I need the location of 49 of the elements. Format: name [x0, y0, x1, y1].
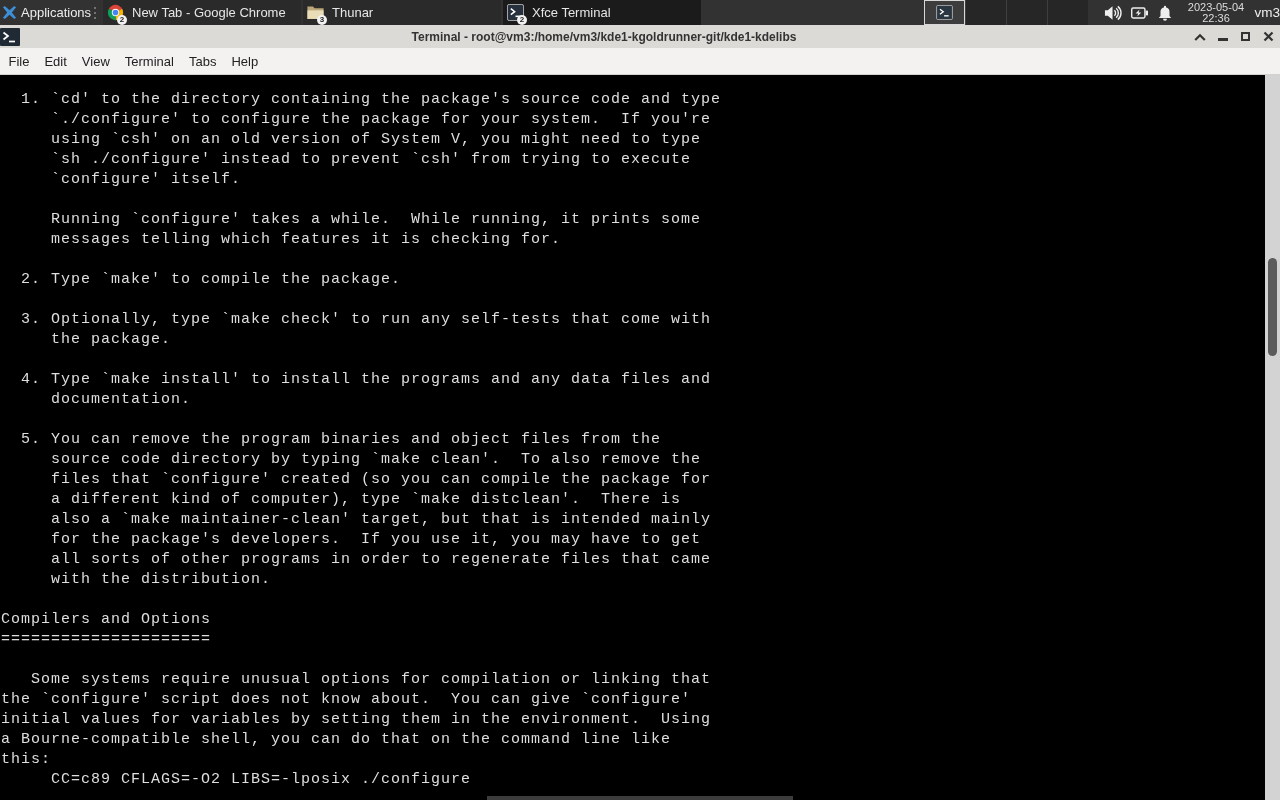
battery-icon[interactable] — [1131, 6, 1149, 19]
list-number: 5. — [21, 430, 42, 450]
grip-icon[interactable] — [93, 5, 97, 20]
speaker-icon[interactable] — [1104, 4, 1123, 21]
menu-item[interactable]: File — [1, 50, 37, 72]
terminal-paragraph: Some systems require unusual options for compilation or linking that the `configure' script does not know about. You can give `configure' initial values for variables by setting them in the environment. Using a Bourne-compatible shell, you can do that on the command line like this: — [1, 670, 712, 770]
list-number: 1. — [21, 90, 42, 110]
window-title: Terminal - root@vm3:/home/vm3/kde1-kgoldrunner-git/kde1-kdelibs — [410, 29, 798, 44]
bell-icon[interactable] — [1158, 4, 1173, 21]
taskbar-button[interactable]: 2 New Tab - Google Chrome — [103, 0, 301, 25]
list-number: 2. — [21, 270, 42, 290]
maximize-icon — [1241, 32, 1250, 41]
user-name[interactable]: vm3 — [1254, 5, 1280, 20]
terminal-icon — [507, 4, 524, 21]
window-count-badge: 3 — [317, 15, 327, 25]
taskbar-button[interactable]: 2 Xfce Terminal — [503, 0, 701, 25]
folder-icon — [307, 5, 324, 20]
close-icon — [1263, 31, 1274, 42]
caret-up-icon — [1193, 32, 1206, 41]
clock-time[interactable]: 22:36 — [1202, 12, 1230, 24]
terminal-icon — [936, 5, 954, 20]
taskbar-button[interactable]: 3 Thunar — [303, 0, 501, 25]
section-heading: Compilers and Options — [1, 610, 212, 630]
terminal-paragraph: You can remove the program binaries and object files from the source code directory by typing `make clean'. To also remove the files that `configure' created (so you can compile the package for a different kind of computer), type `make distclean'. There is also a `make maintainer-clean' target, but that is intended mainly for the package's developers. If you use it, you may have to get all sorts of other programs in order to regenerate files that came with the distribution. — [51, 430, 712, 590]
clock-date[interactable]: 2023-05-04 — [1187, 1, 1245, 13]
menu-item[interactable]: Tabs — [181, 50, 224, 72]
vertical-scrollbar[interactable] — [1265, 75, 1280, 800]
menu-item[interactable]: Terminal — [117, 50, 182, 72]
terminal-paragraph: Optionally, type `make check' to run any self-tests that come with the package. — [51, 310, 712, 350]
applications-menu-button[interactable]: Applications — [0, 0, 92, 25]
terminal-paragraph: Running `configure' takes a while. While running, it prints some messages telling which features it is checking for. — [51, 210, 702, 250]
menu-item[interactable]: Edit — [36, 50, 75, 72]
horizontal-scrollbar-thumb[interactable] — [487, 796, 793, 800]
window-count-badge: 2 — [517, 15, 527, 25]
scrollbar-thumb[interactable] — [1268, 258, 1277, 356]
menu-item[interactable]: View — [74, 50, 118, 72]
segmented-circle-icon — [107, 4, 124, 21]
terminal-paragraph: `cd' to the directory containing the package's source code and type `./configure' to configure the package for your system. If you're using `csh' on an old version of System V, you might need to type `sh ./configure' instead to prevent `csh' from trying to execute `configure' itself. — [51, 90, 722, 190]
window-count-badge: 2 — [117, 15, 127, 25]
terminal-icon — [0, 27, 20, 46]
terminal-paragraph: Type `make install' to install the programs and any data files and documentation. — [51, 370, 712, 410]
command-line: CC=c89 CFLAGS=-O2 LIBS=-lposix ./configure — [51, 770, 472, 790]
list-number: 4. — [21, 370, 42, 390]
x-logo-icon — [2, 5, 17, 20]
menu-item[interactable]: Help — [223, 50, 266, 72]
list-number: 3. — [21, 310, 42, 330]
minimize-icon — [1217, 38, 1228, 41]
heading-underline: ===================== — [1, 630, 212, 650]
terminal-paragraph: Type `make' to compile the package. — [51, 270, 402, 290]
